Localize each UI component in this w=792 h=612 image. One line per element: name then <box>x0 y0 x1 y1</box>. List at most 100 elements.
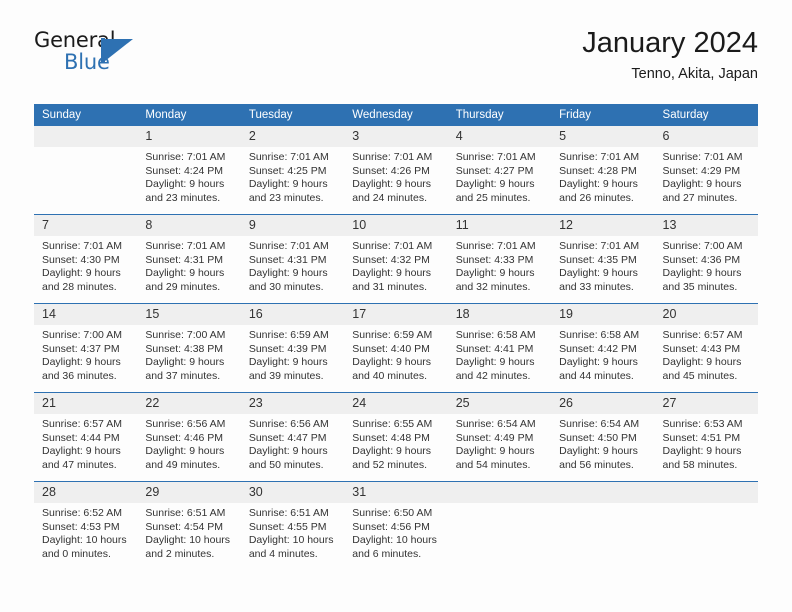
calendar-day-cell[interactable]: 17 Sunrise: 6:59 AM Sunset: 4:40 PM Dayligh… <box>344 303 448 393</box>
calendar-day-cell[interactable]: 31 Sunrise: 6:50 AM Sunset: 4:56 PM Dayligh… <box>344 481 448 570</box>
calendar-header-row: Sunday Monday Tuesday Wednesday Thursday… <box>34 104 758 126</box>
day-details: Sunrise: 7:01 AM Sunset: 4:24 PM Daylight:… <box>137 147 240 205</box>
calendar-day-cell[interactable]: 30 Sunrise: 6:51 AM Sunset: 4:55 PM Dayligh… <box>240 481 345 570</box>
calendar-day-cell[interactable]: 10 Sunrise: 7:01 AM Sunset: 4:32 PM Dayligh… <box>344 214 448 304</box>
day-number: 12 <box>551 215 655 236</box>
weekday-header-sunday: Sunday <box>34 104 138 126</box>
day-detail-sunrise: Sunrise: 6:56 AM <box>145 418 226 430</box>
day-detail-sunrise: Sunrise: 6:54 AM <box>455 418 536 430</box>
calendar-day-cell[interactable]: 21 Sunrise: 6:57 AM Sunset: 4:44 PM Dayligh… <box>34 392 138 482</box>
calendar-day-cell[interactable]: 1 Sunrise: 7:01 AM Sunset: 4:24 PM Daylight… <box>137 126 241 215</box>
day-number <box>34 126 138 147</box>
calendar-day-cell[interactable]: 8 Sunrise: 7:01 AM Sunset: 4:31 PM Daylight… <box>137 214 241 304</box>
calendar-day-cell[interactable]: 26 Sunrise: 6:54 AM Sunset: 4:50 PM Dayligh… <box>551 392 655 482</box>
day-detail-daylight-line1: Daylight: 9 hours <box>42 445 121 458</box>
day-detail-sunrise: Sunrise: 7:01 AM <box>352 151 433 163</box>
calendar-day-cell[interactable]: 2 Sunrise: 7:01 AM Sunset: 4:25 PM Daylight… <box>240 126 345 215</box>
day-number: 23 <box>240 393 345 414</box>
day-number: 10 <box>344 215 448 236</box>
day-number: 14 <box>34 304 138 325</box>
day-number: 8 <box>137 215 241 236</box>
day-detail-daylight-line2: and 45 minutes. <box>662 369 738 382</box>
day-detail-daylight-line2: and 2 minutes. <box>145 547 215 560</box>
calendar-day-cell[interactable]: 24 Sunrise: 6:55 AM Sunset: 4:48 PM Dayligh… <box>344 392 448 482</box>
calendar-day-cell[interactable]: 27 Sunrise: 6:53 AM Sunset: 4:51 PM Dayligh… <box>654 392 758 482</box>
calendar-day-cell[interactable]: 28 Sunrise: 6:52 AM Sunset: 4:53 PM Dayligh… <box>34 481 138 570</box>
calendar-day-cell[interactable]: 3 Sunrise: 7:01 AM Sunset: 4:26 PM Daylight… <box>344 126 448 215</box>
day-detail-daylight-line1: Daylight: 9 hours <box>248 178 328 191</box>
day-detail-daylight-line1: Daylight: 9 hours <box>662 267 742 280</box>
day-detail-daylight-line1: Daylight: 9 hours <box>559 445 638 458</box>
day-detail-daylight-line1: Daylight: 9 hours <box>352 178 432 191</box>
calendar-day-cell[interactable]: 12 Sunrise: 7:01 AM Sunset: 4:35 PM Dayligh… <box>551 214 655 304</box>
day-number: 5 <box>551 126 655 147</box>
day-detail-daylight-line2: and 49 minutes. <box>145 458 221 471</box>
day-details: Sunrise: 7:01 AM Sunset: 4:25 PM Daylight:… <box>241 147 344 205</box>
day-detail-daylight-line1: Daylight: 10 hours <box>352 534 437 547</box>
calendar-day-cell[interactable]: 5 Sunrise: 7:01 AM Sunset: 4:28 PM Daylight… <box>551 126 655 215</box>
day-detail-sunrise: Sunrise: 6:58 AM <box>455 329 536 341</box>
calendar-day-cell[interactable]: 20 Sunrise: 6:57 AM Sunset: 4:43 PM Dayligh… <box>654 303 758 393</box>
calendar-day-cell[interactable]: 25 Sunrise: 6:54 AM Sunset: 4:49 PM Dayligh… <box>447 392 552 482</box>
day-details: Sunrise: 6:59 AM Sunset: 4:39 PM Daylight:… <box>241 325 344 383</box>
day-number <box>551 482 655 503</box>
day-detail-sunrise: Sunrise: 6:52 AM <box>42 507 122 519</box>
calendar-day-cell[interactable]: 4 Sunrise: 7:01 AM Sunset: 4:27 PM Daylight… <box>447 126 552 215</box>
calendar-day-cell[interactable]: 11 Sunrise: 7:01 AM Sunset: 4:33 PM Dayligh… <box>447 214 552 304</box>
calendar-day-cell-empty <box>551 481 655 570</box>
day-detail-daylight-line1: Daylight: 9 hours <box>662 445 742 458</box>
calendar-day-cell[interactable]: 16 Sunrise: 6:59 AM Sunset: 4:39 PM Dayligh… <box>240 303 345 393</box>
weekday-header-monday: Monday <box>137 104 241 126</box>
day-number: 13 <box>654 215 758 236</box>
day-detail-daylight-line1: Daylight: 9 hours <box>559 267 638 280</box>
day-detail-sunset: Sunset: 4:55 PM <box>248 520 327 533</box>
calendar-day-cell[interactable]: 23 Sunrise: 6:56 AM Sunset: 4:47 PM Dayligh… <box>240 392 345 482</box>
brand-logo[interactable]: General Blue <box>34 28 264 84</box>
day-detail-daylight-line1: Daylight: 10 hours <box>145 534 231 547</box>
day-number: 22 <box>137 393 241 414</box>
day-detail-sunset: Sunset: 4:39 PM <box>248 342 327 355</box>
day-details: Sunrise: 6:54 AM Sunset: 4:50 PM Daylight:… <box>551 414 654 472</box>
day-detail-daylight-line2: and 4 minutes. <box>248 547 318 560</box>
calendar-week-row: 21 Sunrise: 6:57 AM Sunset: 4:44 PM Dayligh… <box>34 392 758 482</box>
day-details: Sunrise: 6:56 AM Sunset: 4:47 PM Daylight:… <box>241 414 344 472</box>
day-detail-sunrise: Sunrise: 7:01 AM <box>559 151 640 163</box>
day-detail-sunset: Sunset: 4:53 PM <box>42 520 120 533</box>
day-detail-daylight-line1: Daylight: 10 hours <box>42 534 127 547</box>
calendar-day-cell[interactable]: 22 Sunrise: 6:56 AM Sunset: 4:46 PM Dayligh… <box>137 392 241 482</box>
day-detail-daylight-line1: Daylight: 9 hours <box>455 356 535 369</box>
day-details: Sunrise: 6:53 AM Sunset: 4:51 PM Daylight:… <box>655 414 758 472</box>
day-detail-sunset: Sunset: 4:31 PM <box>248 253 327 266</box>
day-number: 20 <box>654 304 758 325</box>
day-detail-daylight-line2: and 42 minutes. <box>455 369 531 382</box>
weekday-header-friday: Friday <box>551 104 655 126</box>
day-details: Sunrise: 7:01 AM Sunset: 4:26 PM Daylight:… <box>344 147 447 205</box>
day-detail-daylight-line2: and 0 minutes. <box>42 547 111 560</box>
day-number: 26 <box>551 393 655 414</box>
day-details: Sunrise: 7:00 AM Sunset: 4:37 PM Daylight:… <box>34 325 137 383</box>
day-detail-sunrise: Sunrise: 7:00 AM <box>662 240 743 252</box>
day-details: Sunrise: 6:52 AM Sunset: 4:53 PM Daylight:… <box>34 503 137 561</box>
day-detail-sunset: Sunset: 4:54 PM <box>145 520 224 533</box>
day-detail-daylight-line1: Daylight: 9 hours <box>145 178 225 191</box>
calendar-day-cell[interactable]: 13 Sunrise: 7:00 AM Sunset: 4:36 PM Dayligh… <box>654 214 758 304</box>
calendar-day-cell[interactable]: 9 Sunrise: 7:01 AM Sunset: 4:31 PM Daylight… <box>240 214 345 304</box>
day-detail-sunrise: Sunrise: 6:57 AM <box>42 418 122 430</box>
day-detail-sunrise: Sunrise: 6:59 AM <box>352 329 433 341</box>
calendar-day-cell[interactable]: 18 Sunrise: 6:58 AM Sunset: 4:41 PM Dayligh… <box>447 303 552 393</box>
day-details: Sunrise: 6:51 AM Sunset: 4:54 PM Daylight:… <box>137 503 240 561</box>
day-detail-sunset: Sunset: 4:42 PM <box>559 342 637 355</box>
calendar-day-cell-empty <box>34 126 138 215</box>
day-detail-sunset: Sunset: 4:56 PM <box>352 520 430 533</box>
day-details: Sunrise: 6:57 AM Sunset: 4:44 PM Daylight:… <box>34 414 137 472</box>
day-detail-daylight-line2: and 29 minutes. <box>145 280 221 293</box>
day-details: Sunrise: 6:50 AM Sunset: 4:56 PM Daylight:… <box>344 503 447 561</box>
calendar-day-cell[interactable]: 14 Sunrise: 7:00 AM Sunset: 4:37 PM Dayligh… <box>34 303 138 393</box>
calendar-day-cell[interactable]: 7 Sunrise: 7:01 AM Sunset: 4:30 PM Daylight… <box>34 214 138 304</box>
calendar-day-cell[interactable]: 6 Sunrise: 7:01 AM Sunset: 4:29 PM Daylight… <box>654 126 758 215</box>
calendar-day-cell[interactable]: 19 Sunrise: 6:58 AM Sunset: 4:42 PM Dayligh… <box>551 303 655 393</box>
calendar-day-cell[interactable]: 15 Sunrise: 7:00 AM Sunset: 4:38 PM Dayligh… <box>137 303 241 393</box>
day-detail-sunrise: Sunrise: 6:57 AM <box>662 329 743 341</box>
day-detail-daylight-line2: and 39 minutes. <box>248 369 324 382</box>
calendar-day-cell[interactable]: 29 Sunrise: 6:51 AM Sunset: 4:54 PM Dayligh… <box>137 481 241 570</box>
